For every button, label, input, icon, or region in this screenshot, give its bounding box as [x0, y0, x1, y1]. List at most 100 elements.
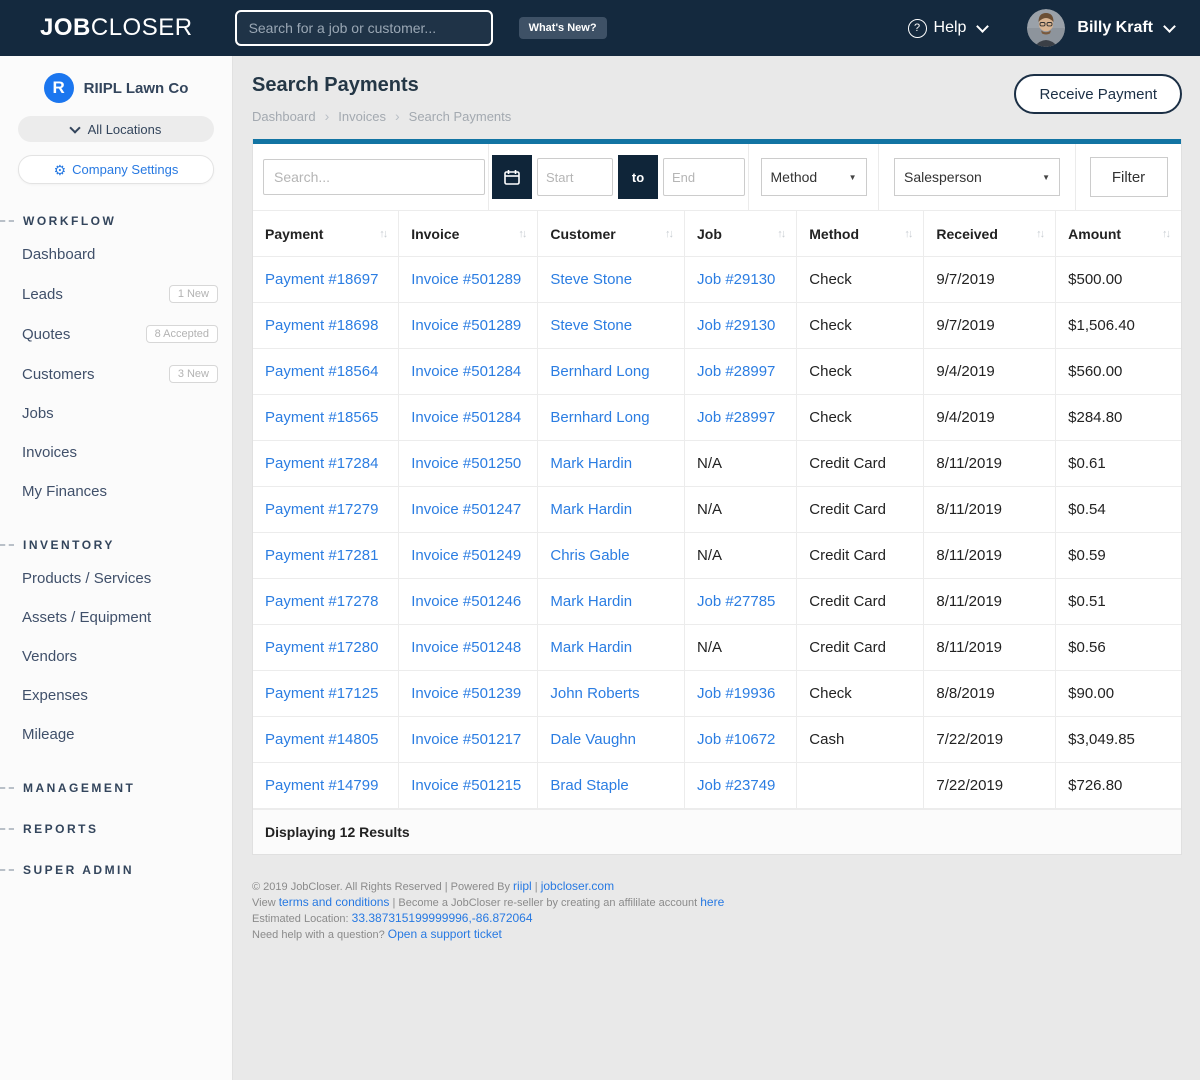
payment-cell[interactable]: Payment #17281 [253, 533, 399, 579]
all-locations-dropdown[interactable]: All Locations [18, 116, 214, 142]
customer-cell[interactable]: Steve Stone [538, 303, 685, 349]
customer-cell[interactable]: Mark Hardin [538, 487, 685, 533]
job-cell[interactable]: Job #29130 [684, 257, 796, 303]
invoice-link[interactable]: Invoice #501284 [411, 409, 521, 426]
invoice-link[interactable]: Invoice #501248 [411, 639, 521, 656]
breadcrumb-invoices[interactable]: Invoices [338, 109, 386, 124]
filter-button[interactable]: Filter [1090, 157, 1168, 197]
customer-link[interactable]: Bernhard Long [550, 409, 649, 426]
job-cell[interactable]: Job #19936 [684, 671, 796, 717]
invoice-cell[interactable]: Invoice #501217 [399, 717, 538, 763]
invoice-cell[interactable]: Invoice #501284 [399, 395, 538, 441]
date-start-input[interactable] [537, 158, 613, 196]
customer-cell[interactable]: Brad Staple [538, 763, 685, 809]
user-name[interactable]: Billy Kraft [1077, 19, 1153, 37]
jobcloser-link[interactable]: jobcloser.com [541, 879, 614, 893]
payment-link[interactable]: Payment #17281 [265, 547, 378, 564]
affiliate-here-link[interactable]: here [700, 895, 724, 909]
payment-cell[interactable]: Payment #17125 [253, 671, 399, 717]
invoice-cell[interactable]: Invoice #501239 [399, 671, 538, 717]
invoice-link[interactable]: Invoice #501215 [411, 777, 521, 794]
payment-cell[interactable]: Payment #18698 [253, 303, 399, 349]
column-header-method[interactable]: Method↑↓ [797, 211, 924, 257]
sidebar-item-my-finances[interactable]: My Finances [0, 472, 232, 511]
customer-cell[interactable]: Steve Stone [538, 257, 685, 303]
customer-cell[interactable]: John Roberts [538, 671, 685, 717]
customer-link[interactable]: Mark Hardin [550, 455, 632, 472]
customer-cell[interactable]: Mark Hardin [538, 579, 685, 625]
invoice-cell[interactable]: Invoice #501249 [399, 533, 538, 579]
method-select[interactable]: Method ▼ [761, 158, 867, 196]
invoice-cell[interactable]: Invoice #501289 [399, 257, 538, 303]
invoice-cell[interactable]: Invoice #501289 [399, 303, 538, 349]
customer-link[interactable]: Bernhard Long [550, 363, 649, 380]
job-link[interactable]: Job #28997 [697, 409, 775, 426]
customer-link[interactable]: Mark Hardin [550, 501, 632, 518]
invoice-cell[interactable]: Invoice #501246 [399, 579, 538, 625]
invoice-link[interactable]: Invoice #501217 [411, 731, 521, 748]
column-header-amount[interactable]: Amount↑↓ [1056, 211, 1181, 257]
riipl-link[interactable]: riipl [513, 879, 532, 893]
customer-link[interactable]: Dale Vaughn [550, 731, 636, 748]
payment-link[interactable]: Payment #17278 [265, 593, 378, 610]
invoice-link[interactable]: Invoice #501247 [411, 501, 521, 518]
sidebar-item-expenses[interactable]: Expenses [0, 676, 232, 715]
customer-link[interactable]: Steve Stone [550, 271, 632, 288]
calendar-button[interactable] [492, 155, 532, 199]
invoice-cell[interactable]: Invoice #501247 [399, 487, 538, 533]
payment-link[interactable]: Payment #17279 [265, 501, 378, 518]
column-header-job[interactable]: Job↑↓ [684, 211, 796, 257]
payment-cell[interactable]: Payment #18697 [253, 257, 399, 303]
invoice-cell[interactable]: Invoice #501248 [399, 625, 538, 671]
sidebar-item-leads[interactable]: Leads1 New [0, 274, 232, 314]
sidebar-item-assets-equipment[interactable]: Assets / Equipment [0, 598, 232, 637]
customer-cell[interactable]: Bernhard Long [538, 349, 685, 395]
receive-payment-button[interactable]: Receive Payment [1014, 74, 1182, 114]
customer-cell[interactable]: Mark Hardin [538, 625, 685, 671]
invoice-cell[interactable]: Invoice #501215 [399, 763, 538, 809]
payment-link[interactable]: Payment #18564 [265, 363, 378, 380]
company-settings-button[interactable]: ⚙ Company Settings [18, 155, 214, 184]
sidebar-item-products-services[interactable]: Products / Services [0, 559, 232, 598]
sidebar-item-quotes[interactable]: Quotes8 Accepted [0, 314, 232, 354]
job-cell[interactable]: Job #28997 [684, 395, 796, 441]
chevron-down-icon[interactable] [1163, 20, 1176, 33]
column-header-customer[interactable]: Customer↑↓ [538, 211, 685, 257]
invoice-link[interactable]: Invoice #501239 [411, 685, 521, 702]
sidebar-section-management[interactable]: MANAGEMENT [0, 781, 232, 795]
app-logo[interactable]: JOBCLOSER [40, 14, 193, 42]
invoice-link[interactable]: Invoice #501284 [411, 363, 521, 380]
help-menu[interactable]: ? Help [908, 19, 988, 38]
payment-link[interactable]: Payment #14805 [265, 731, 378, 748]
payment-link[interactable]: Payment #18698 [265, 317, 378, 334]
invoice-cell[interactable]: Invoice #501250 [399, 441, 538, 487]
salesperson-select[interactable]: Salesperson ▼ [894, 158, 1060, 196]
sidebar-section-workflow[interactable]: WORKFLOW [0, 214, 232, 228]
customer-link[interactable]: Steve Stone [550, 317, 632, 334]
sidebar-section-reports[interactable]: REPORTS [0, 822, 232, 836]
job-link[interactable]: Job #10672 [697, 731, 775, 748]
payment-cell[interactable]: Payment #17284 [253, 441, 399, 487]
payment-cell[interactable]: Payment #14805 [253, 717, 399, 763]
sidebar-item-customers[interactable]: Customers3 New [0, 354, 232, 394]
support-ticket-link[interactable]: Open a support ticket [388, 927, 502, 941]
customer-link[interactable]: John Roberts [550, 685, 639, 702]
sidebar-section-super-admin[interactable]: SUPER ADMIN [0, 863, 232, 877]
location-link[interactable]: 33.387315199999996,-86.872064 [352, 911, 533, 925]
customer-link[interactable]: Brad Staple [550, 777, 628, 794]
customer-link[interactable]: Chris Gable [550, 547, 629, 564]
global-search-input[interactable] [235, 10, 493, 46]
sidebar-item-vendors[interactable]: Vendors [0, 637, 232, 676]
job-link[interactable]: Job #27785 [697, 593, 775, 610]
payment-cell[interactable]: Payment #17278 [253, 579, 399, 625]
whats-new-button[interactable]: What's New? [519, 17, 607, 39]
job-link[interactable]: Job #19936 [697, 685, 775, 702]
payment-link[interactable]: Payment #18697 [265, 271, 378, 288]
customer-cell[interactable]: Dale Vaughn [538, 717, 685, 763]
payment-cell[interactable]: Payment #17280 [253, 625, 399, 671]
payments-search-input[interactable] [263, 159, 485, 195]
payment-cell[interactable]: Payment #14799 [253, 763, 399, 809]
customer-link[interactable]: Mark Hardin [550, 593, 632, 610]
payment-cell[interactable]: Payment #18564 [253, 349, 399, 395]
invoice-link[interactable]: Invoice #501246 [411, 593, 521, 610]
